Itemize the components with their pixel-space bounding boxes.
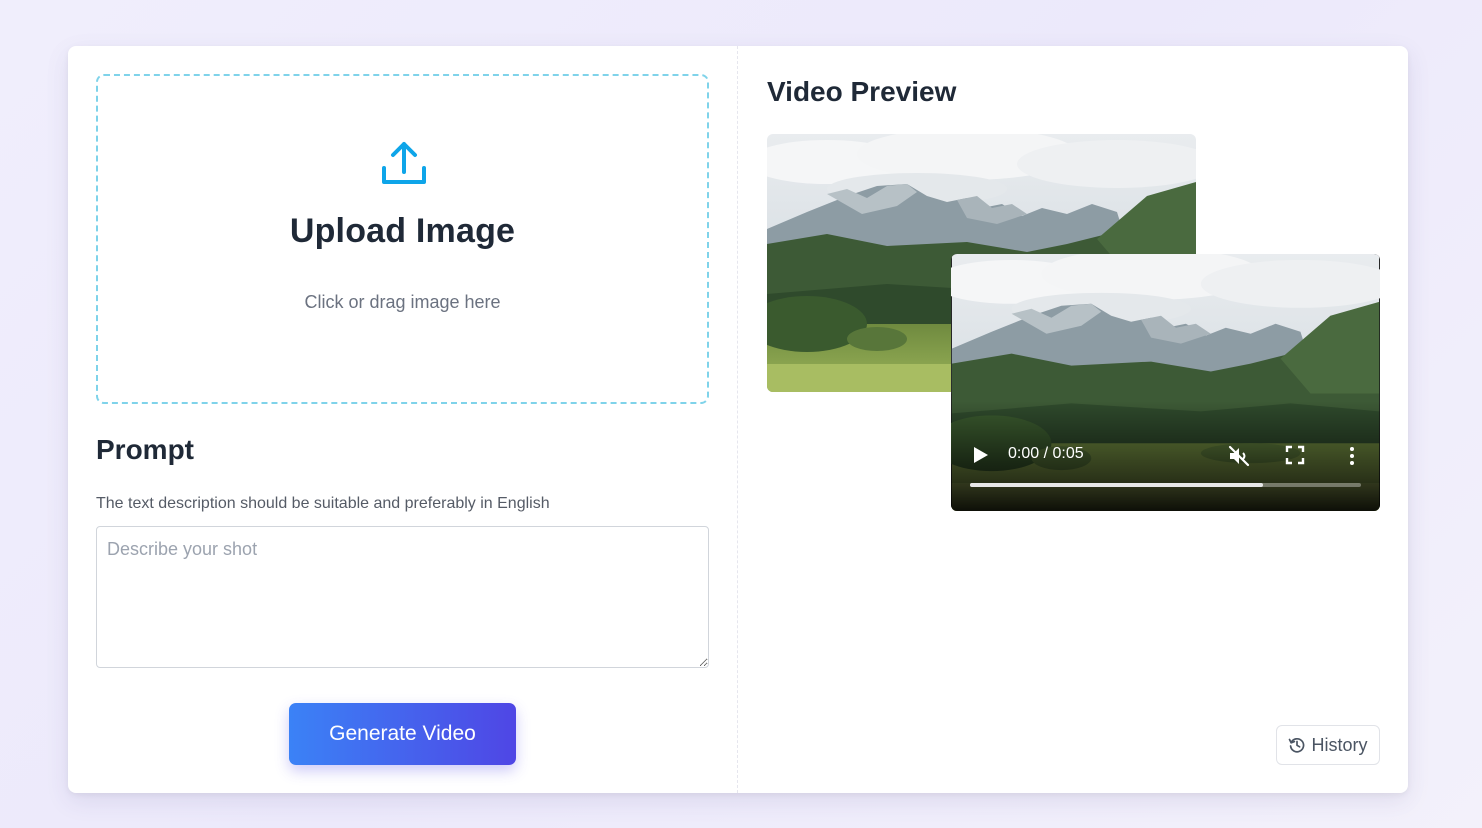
history-button[interactable]: History	[1276, 725, 1380, 765]
video-preview-heading: Video Preview	[767, 76, 957, 107]
prompt-heading: Prompt	[96, 434, 194, 465]
upload-title: Upload Image	[289, 212, 516, 250]
prompt-description: The text description should be suitable …	[96, 495, 550, 512]
upload-hint: Click or drag image here	[304, 292, 501, 312]
video-seek-progress	[970, 483, 1264, 487]
fullscreen-icon[interactable]	[1285, 445, 1305, 465]
history-icon	[1289, 738, 1305, 753]
play-icon[interactable]	[971, 444, 991, 466]
more-vert-icon[interactable]	[1345, 444, 1359, 468]
column-divider	[737, 46, 738, 793]
upload-icon	[382, 142, 426, 184]
video-player[interactable]: 0:00 / 0:05	[951, 254, 1380, 511]
video-time: 0:00 / 0:05	[1008, 445, 1084, 462]
generate-video-button[interactable]: Generate Video	[289, 703, 516, 765]
history-label: History	[1311, 734, 1368, 755]
mute-icon[interactable]	[1227, 444, 1251, 468]
upload-dropzone[interactable]: Upload Image Click or drag image here	[96, 74, 709, 404]
video-seek-bar[interactable]	[970, 483, 1361, 487]
main-card: Upload Image Click or drag image here Pr…	[68, 46, 1408, 793]
prompt-textarea[interactable]	[96, 526, 709, 668]
